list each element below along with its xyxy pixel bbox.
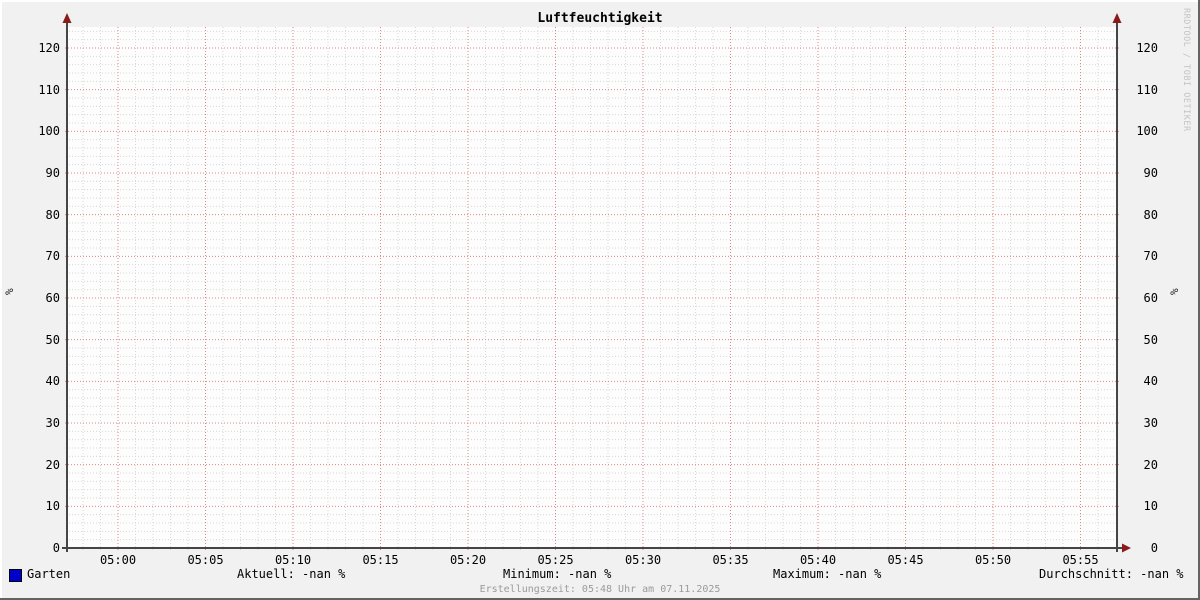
y-axis-tick-label-right: 100 xyxy=(1136,124,1158,138)
stat-aktuell: Aktuell: -nan % xyxy=(237,568,345,581)
y-axis-tick-label-right: 110 xyxy=(1136,83,1158,97)
y-axis-tick-label-left: 60 xyxy=(18,291,60,305)
plot-grid-svg xyxy=(0,0,1200,600)
y-axis-tick-label-left: 80 xyxy=(18,208,60,222)
series-label: Garten xyxy=(27,568,70,581)
y-axis-tick-label-right: 70 xyxy=(1136,249,1158,263)
x-axis-tick-label: 05:05 xyxy=(181,553,231,567)
y-axis-tick-label-left: 30 xyxy=(18,416,60,430)
y-axis-tick-label-left: 70 xyxy=(18,249,60,263)
rrdtool-watermark: RRDTOOL / TOBI OETIKER xyxy=(1181,8,1191,132)
x-axis-tick-label: 05:25 xyxy=(531,553,581,567)
x-axis-tick-label: 05:15 xyxy=(356,553,406,567)
y-axis-tick-label-left: 50 xyxy=(18,333,60,347)
y-axis-tick-label-left: 90 xyxy=(18,166,60,180)
y-axis-unit-label-right: % xyxy=(1168,281,1182,295)
y-axis-tick-label-right: 40 xyxy=(1136,374,1158,388)
x-axis-tick-label: 05:55 xyxy=(1056,553,1106,567)
y-axis-tick-label-right: 10 xyxy=(1136,499,1158,513)
x-axis-tick-label: 05:30 xyxy=(618,553,668,567)
stat-durchschnitt: Durchschnitt: -nan % xyxy=(1039,568,1184,581)
y-axis-unit-label-left: % xyxy=(3,281,17,295)
creation-time-text: Erstellungszeit: 05:48 Uhr am 07.11.2025 xyxy=(0,584,1200,595)
y-axis-tick-label-right: 30 xyxy=(1136,416,1158,430)
y-axis-tick-label-left: 0 xyxy=(18,541,60,555)
y-axis-tick-label-right: 90 xyxy=(1136,166,1158,180)
y-axis-tick-label-right: 120 xyxy=(1136,41,1158,55)
y-axis-tick-label-right: 0 xyxy=(1136,541,1158,555)
rrdtool-graph: Luftfeuchtigkeit % % RRDTOOL / TOBI OETI… xyxy=(0,0,1200,600)
x-axis-tick-label: 05:20 xyxy=(443,553,493,567)
y-axis-tick-label-left: 100 xyxy=(18,124,60,138)
x-axis-tick-label: 05:40 xyxy=(793,553,843,567)
stat-maximum: Maximum: -nan % xyxy=(773,568,881,581)
y-axis-tick-label-left: 110 xyxy=(18,83,60,97)
x-axis-tick-label: 05:45 xyxy=(881,553,931,567)
y-axis-tick-label-right: 50 xyxy=(1136,333,1158,347)
y-axis-tick-label-right: 20 xyxy=(1136,458,1158,472)
stat-minimum: Minimum: -nan % xyxy=(503,568,611,581)
y-axis-tick-label-right: 60 xyxy=(1136,291,1158,305)
y-axis-tick-label-right: 80 xyxy=(1136,208,1158,222)
y-axis-tick-label-left: 40 xyxy=(18,374,60,388)
y-axis-tick-label-left: 10 xyxy=(18,499,60,513)
series-color-swatch xyxy=(9,569,22,582)
x-axis-tick-label: 05:35 xyxy=(706,553,756,567)
y-axis-tick-label-left: 20 xyxy=(18,458,60,472)
x-axis-tick-label: 05:00 xyxy=(93,553,143,567)
y-axis-tick-label-left: 120 xyxy=(18,41,60,55)
x-axis-tick-label: 05:50 xyxy=(968,553,1018,567)
x-axis-tick-label: 05:10 xyxy=(268,553,318,567)
